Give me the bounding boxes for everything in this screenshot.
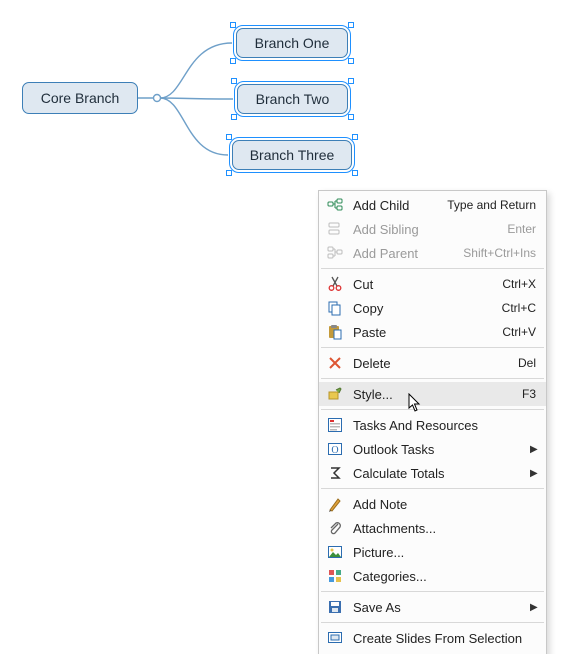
svg-text:O: O [331, 445, 338, 456]
submenu-arrow-icon: ▶ [530, 602, 536, 613]
menu-item-attachments[interactable]: Attachments... [319, 516, 546, 540]
menu-separator [321, 268, 544, 269]
delete-icon [325, 354, 345, 372]
menu-item-label: Add Sibling [353, 222, 497, 237]
add-child-icon [325, 196, 345, 214]
menu-item-add-note[interactable]: Add Note [319, 492, 546, 516]
selection-handle[interactable] [348, 78, 354, 84]
save-icon [325, 598, 345, 616]
submenu-arrow-icon: ▶ [530, 468, 536, 479]
menu-item-delete[interactable]: Delete Del [319, 351, 546, 375]
node-label: Branch Two [256, 91, 330, 107]
menu-item-outlook[interactable]: O Outlook Tasks ▶ [319, 437, 546, 461]
picture-icon [325, 543, 345, 561]
selection-handle[interactable] [226, 134, 232, 140]
menu-item-label: Create Slides From Selection [353, 631, 536, 646]
menu-item-categories[interactable]: Categories... [319, 564, 546, 588]
menu-item-label: Copy [353, 301, 492, 316]
sigma-icon [325, 464, 345, 482]
menu-item-picture[interactable]: Picture... [319, 540, 546, 564]
menu-item-label: Picture... [353, 545, 536, 560]
menu-item-label: Cut [353, 277, 492, 292]
menu-item-label: Tasks And Resources [353, 418, 536, 433]
menu-item-label: Delete [353, 356, 508, 371]
menu-item-calc-totals[interactable]: Calculate Totals ▶ [319, 461, 546, 485]
menu-item-switch-slide[interactable]: Switch to Slide View [319, 650, 546, 654]
style-icon [325, 385, 345, 403]
menu-separator [321, 622, 544, 623]
menu-item-copy[interactable]: Copy Ctrl+C [319, 296, 546, 320]
selection-handle[interactable] [348, 22, 354, 28]
menu-item-save-as[interactable]: Save As ▶ [319, 595, 546, 619]
selection-handle[interactable] [352, 134, 358, 140]
node-branch-one[interactable]: Branch One [236, 28, 348, 58]
menu-item-label: Attachments... [353, 521, 536, 536]
add-sibling-icon [325, 220, 345, 238]
categories-icon [325, 567, 345, 585]
tasks-icon [325, 416, 345, 434]
menu-item-shortcut: Ctrl+X [502, 277, 536, 291]
menu-item-label: Categories... [353, 569, 536, 584]
menu-item-shortcut: Ctrl+C [502, 301, 536, 315]
menu-item-style[interactable]: Style... F3 [319, 382, 546, 406]
node-label: Branch Three [250, 147, 335, 163]
menu-item-label: Paste [353, 325, 492, 340]
menu-item-cut[interactable]: Cut Ctrl+X [319, 272, 546, 296]
node-core-branch[interactable]: Core Branch [22, 82, 138, 114]
attach-icon [325, 519, 345, 537]
menu-item-label: Add Child [353, 198, 437, 213]
menu-item-paste[interactable]: Paste Ctrl+V [319, 320, 546, 344]
selection-handle[interactable] [231, 78, 237, 84]
menu-item-add-parent: Add Parent Shift+Ctrl+Ins [319, 241, 546, 265]
menu-separator [321, 378, 544, 379]
selection-handle[interactable] [348, 114, 354, 120]
menu-item-label: Style... [353, 387, 512, 402]
menu-separator [321, 488, 544, 489]
node-label: Core Branch [41, 90, 120, 106]
copy-icon [325, 299, 345, 317]
menu-separator [321, 409, 544, 410]
menu-item-shortcut: Del [518, 356, 536, 370]
menu-item-shortcut: Ctrl+V [502, 325, 536, 339]
menu-item-shortcut: F3 [522, 387, 536, 401]
menu-item-tasks-res[interactable]: Tasks And Resources [319, 413, 546, 437]
context-menu[interactable]: Add Child Type and Return Add Sibling Enter… [318, 190, 547, 654]
add-parent-icon [325, 244, 345, 262]
cut-icon [325, 275, 345, 293]
menu-item-label: Add Parent [353, 246, 453, 261]
note-icon [325, 495, 345, 513]
menu-item-shortcut: Enter [507, 222, 536, 236]
menu-item-create-slides[interactable]: Create Slides From Selection [319, 626, 546, 650]
menu-item-label: Outlook Tasks [353, 442, 520, 457]
menu-item-label: Add Note [353, 497, 536, 512]
selection-handle[interactable] [230, 58, 236, 64]
menu-item-label: Save As [353, 600, 520, 615]
selection-handle[interactable] [226, 170, 232, 176]
menu-item-shortcut: Shift+Ctrl+Ins [463, 246, 536, 260]
selection-handle[interactable] [348, 58, 354, 64]
menu-item-shortcut: Type and Return [447, 198, 536, 212]
paste-icon [325, 323, 345, 341]
menu-separator [321, 347, 544, 348]
menu-item-add-sibling: Add Sibling Enter [319, 217, 546, 241]
node-label: Branch One [255, 35, 330, 51]
selection-handle[interactable] [230, 22, 236, 28]
node-branch-three[interactable]: Branch Three [232, 140, 352, 170]
outlook-icon: O [325, 440, 345, 458]
selection-handle[interactable] [352, 170, 358, 176]
selection-handle[interactable] [231, 114, 237, 120]
menu-item-label: Calculate Totals [353, 466, 520, 481]
node-branch-two[interactable]: Branch Two [237, 84, 348, 114]
submenu-arrow-icon: ▶ [530, 444, 536, 455]
menu-item-add-child[interactable]: Add Child Type and Return [319, 193, 546, 217]
menu-separator [321, 591, 544, 592]
slides-icon [325, 629, 345, 647]
